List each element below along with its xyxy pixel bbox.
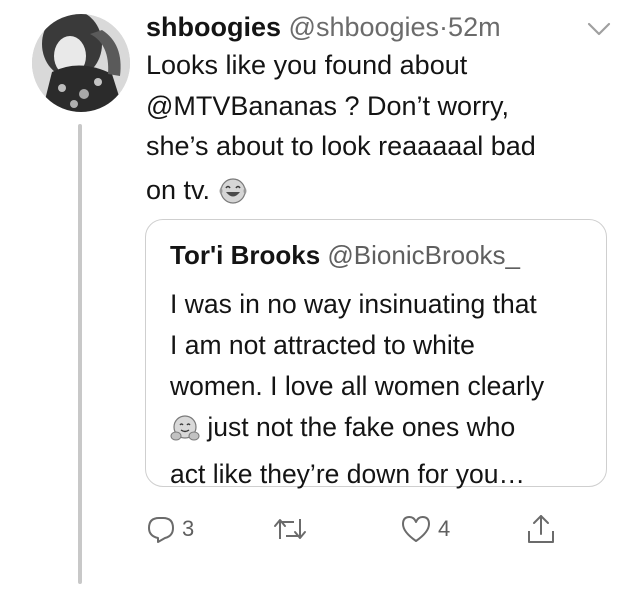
quoted-tweet-header: Tor'i Brooks @BionicBrooks_ — [170, 238, 520, 272]
heart-icon — [402, 516, 430, 542]
quoted-text-line: women. I love all women clearly — [170, 371, 545, 401]
quoted-author-handle: @BionicBrooks_ — [327, 240, 520, 270]
tweet-text: Looks like you found about @MTVBananas ?… — [146, 45, 606, 216]
retweet-icon — [274, 519, 306, 539]
quoted-text-line: I am not attracted to white — [170, 330, 475, 360]
like-count: 4 — [438, 516, 451, 541]
tweet-header: shboogies @shboogies·52m — [146, 9, 580, 45]
quoted-author-display-name: Tor'i Brooks — [170, 240, 321, 270]
share-icon — [528, 515, 554, 543]
tweet-text-fragment: on tv. — [146, 174, 211, 205]
author-display-name[interactable]: shboogies — [146, 12, 281, 42]
author-handle[interactable]: @shboogies — [289, 12, 440, 42]
avatar[interactable] — [32, 14, 130, 112]
share-button[interactable] — [526, 505, 556, 553]
reply-icon — [148, 517, 174, 543]
separator-dot: · — [439, 12, 449, 42]
tweet-text-line: @MTVBananas ? Don’t worry, — [146, 86, 606, 127]
mention-link[interactable]: @MTVBananas — [146, 91, 337, 121]
tweet-text-line: on tv. — [146, 170, 606, 217]
tweet-action-bar: 3 4 — [146, 505, 616, 555]
reply-count: 3 — [182, 516, 195, 541]
tweet-text-line: Looks like you found about — [146, 50, 468, 80]
chevron-down-icon[interactable] — [586, 18, 612, 40]
quoted-text-line: just not the fake ones who — [170, 407, 600, 454]
face-with-tears-of-joy-icon — [218, 176, 248, 217]
tweet-timestamp[interactable]: 52m — [448, 12, 501, 42]
reply-button[interactable]: 3 — [146, 505, 194, 553]
quoted-tweet-text: I was in no way insinuating that I am no… — [170, 284, 600, 495]
retweet-button[interactable] — [272, 505, 314, 553]
thread-connector-line — [78, 124, 82, 584]
quoted-text-line: I was in no way insinuating that — [170, 289, 537, 319]
quoted-tweet-card[interactable]: Tor'i Brooks @BionicBrooks_ I was in no … — [145, 219, 607, 489]
like-button[interactable]: 4 — [400, 505, 450, 553]
tweet-text-line: she’s about to look reaaaaal bad — [146, 131, 536, 161]
avatar-photo — [32, 14, 130, 112]
hugging-face-icon — [170, 413, 200, 454]
tweet-text-fragment: ? Don’t worry, — [337, 90, 510, 121]
quoted-text-fragment: just not the fake ones who — [200, 412, 516, 442]
quoted-text-line: act like they’re down for you… — [170, 459, 525, 489]
